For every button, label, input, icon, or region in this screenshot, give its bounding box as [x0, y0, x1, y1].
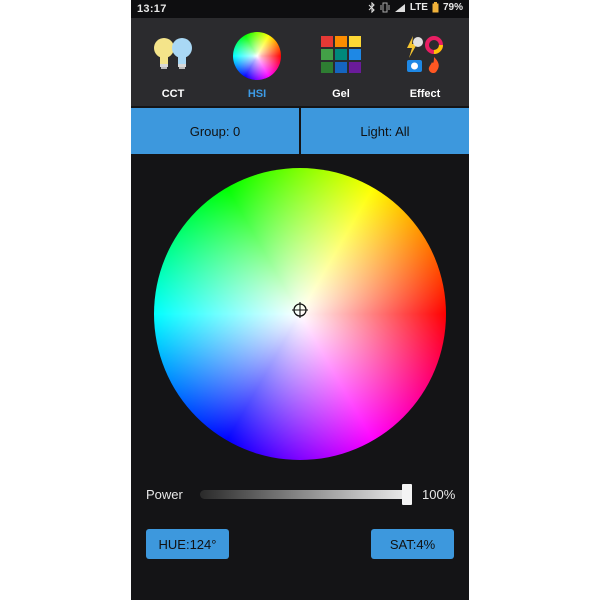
hue-button[interactable]: HUE:124°: [146, 529, 229, 559]
tab-label: CCT: [161, 88, 185, 100]
color-wheel-area: [154, 168, 446, 460]
light-selector[interactable]: Light: All: [301, 108, 469, 154]
status-time: 13:17: [137, 3, 167, 15]
tab-label: Effect: [409, 88, 441, 100]
sat-button[interactable]: SAT:4%: [371, 529, 454, 559]
vibrate-icon: [380, 2, 390, 13]
tab-label: Gel: [332, 88, 350, 100]
status-icons: LTE 79%: [368, 2, 463, 13]
selector-row: Group: 0 Light: All: [131, 108, 469, 154]
group-selector[interactable]: Group: 0: [131, 108, 301, 154]
tab-cct[interactable]: CCT: [131, 18, 215, 106]
mode-tab-bar: CCT HSI Gel Effect: [131, 18, 469, 106]
power-slider-thumb[interactable]: [402, 484, 412, 505]
effects-icon: [407, 36, 443, 74]
color-wheel-icon: [233, 32, 281, 80]
network-type: LTE: [409, 2, 428, 13]
bluetooth-icon: [368, 2, 375, 13]
tab-hsi[interactable]: HSI: [215, 18, 299, 106]
tab-label: HSI: [247, 88, 267, 100]
tab-gel[interactable]: Gel: [299, 18, 383, 106]
tab-effect[interactable]: Effect: [383, 18, 467, 106]
crosshair-icon[interactable]: [292, 302, 308, 318]
power-slider[interactable]: [200, 484, 412, 505]
gel-grid-icon: [321, 36, 361, 73]
battery-level: 79%: [442, 2, 463, 13]
battery-icon: [432, 2, 439, 13]
app-screen: 13:17 LTE 79% CCT HSI Gel Effect Group: …: [131, 0, 469, 600]
power-value: 100%: [422, 487, 456, 502]
bulbs-icon: [154, 38, 192, 69]
power-label: Power: [146, 487, 183, 502]
status-bar: 13:17 LTE 79%: [131, 0, 469, 18]
power-row: Power 100%: [131, 480, 469, 508]
signal-icon: [394, 3, 405, 12]
